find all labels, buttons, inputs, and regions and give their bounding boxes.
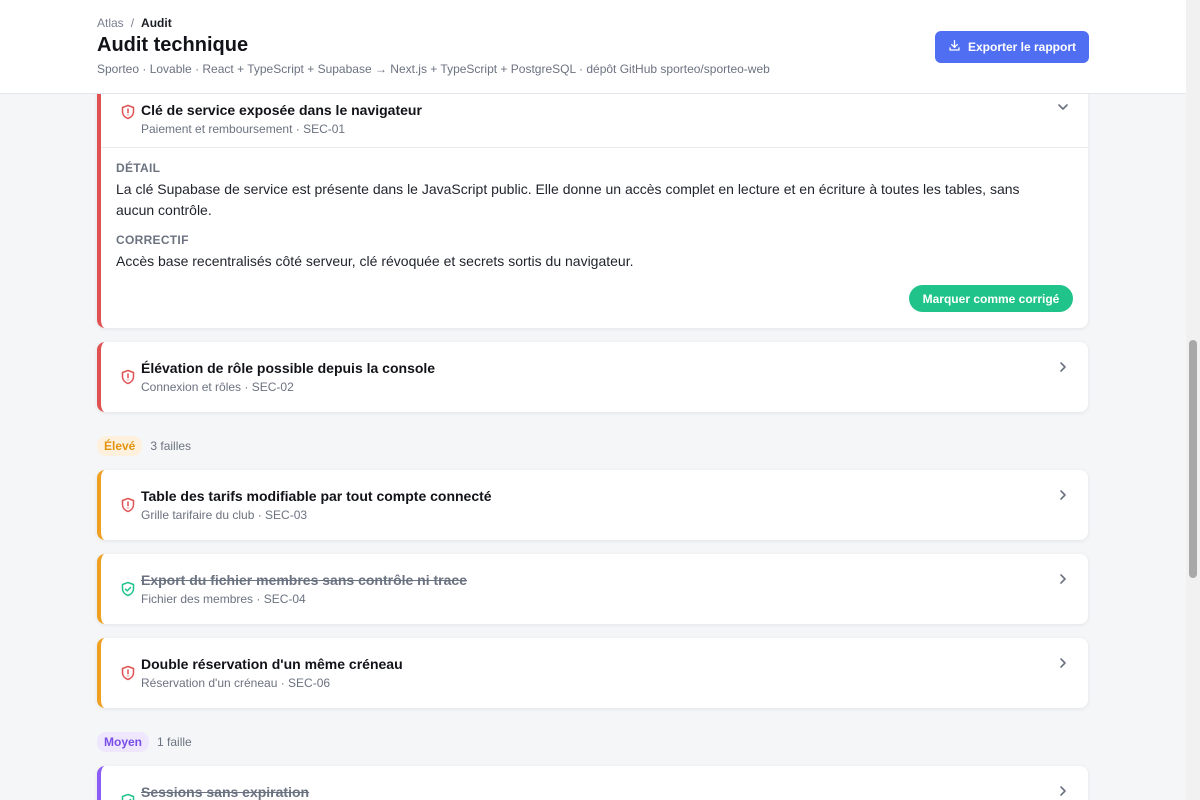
finding-title: Double réservation d'un même créneau (141, 656, 403, 672)
group-count: 3 failles (150, 439, 192, 453)
chevron-right-icon[interactable] (1056, 656, 1070, 670)
breadcrumb-separator: / (130, 16, 135, 30)
finding-title: Export du fichier membres sans contrôle … (141, 572, 467, 588)
breadcrumb: Atlas / Audit (97, 16, 172, 30)
finding-card[interactable]: Export du fichier membres sans contrôle … (97, 554, 1088, 624)
shield-check-icon (120, 581, 136, 597)
finding-card[interactable]: Sessions sans expiration (97, 766, 1088, 800)
findings-list: Clé de service exposée dans le navigateu… (0, 94, 1186, 800)
chevron-right-icon[interactable] (1056, 360, 1070, 374)
severity-badge-high: Élevé (97, 436, 143, 456)
mark-fixed-button[interactable]: Marquer comme corrigé (909, 285, 1073, 312)
finding-meta: Réservation d'un créneau · SEC-06 (141, 676, 331, 690)
page-header: Atlas / Audit Audit technique Sporteo · … (0, 0, 1186, 94)
finding-meta: Paiement et remboursement · SEC-01 (141, 122, 346, 136)
shield-alert-icon (120, 369, 136, 385)
export-report-label: Exporter le rapport (967, 40, 1077, 54)
finding-meta: Connexion et rôles · SEC-02 (141, 380, 294, 394)
shield-alert-icon (120, 665, 136, 681)
finding-title: Table des tarifs modifiable par tout com… (141, 488, 492, 504)
chevron-right-icon[interactable] (1056, 488, 1070, 502)
fix-label: CORRECTIF (116, 233, 189, 247)
finding-title: Élévation de rôle possible depuis la con… (141, 360, 436, 376)
chevron-down-icon[interactable] (1056, 100, 1070, 114)
severity-group-header: Moyen 1 faille (97, 732, 192, 752)
detail-label: DÉTAIL (116, 161, 161, 175)
finding-card[interactable]: Table des tarifs modifiable par tout com… (97, 470, 1088, 540)
shield-alert-icon (120, 104, 136, 120)
finding-meta: Fichier des membres · SEC-04 (141, 592, 306, 606)
finding-card-expanded: Clé de service exposée dans le navigateu… (97, 94, 1088, 328)
download-icon (948, 39, 961, 55)
finding-card[interactable]: Élévation de rôle possible depuis la con… (97, 342, 1088, 412)
fix-text: Accès base recentralisés côté serveur, c… (116, 253, 634, 269)
export-report-button[interactable]: Exporter le rapport (935, 31, 1089, 63)
scrollbar-thumb[interactable] (1189, 340, 1197, 578)
chevron-right-icon[interactable] (1056, 572, 1070, 586)
shield-alert-icon (120, 497, 136, 513)
finding-meta: Grille tarifaire du club · SEC-03 (141, 508, 308, 522)
finding-title: Clé de service exposée dans le navigateu… (141, 102, 422, 118)
breadcrumb-root[interactable]: Atlas (97, 16, 124, 30)
shield-check-icon (120, 793, 136, 800)
detail-text: La clé Supabase de service est présente … (116, 181, 1020, 218)
page-scrollbar[interactable] (1186, 0, 1200, 800)
severity-group-header: Élevé 3 failles (97, 436, 191, 456)
divider (101, 147, 1088, 148)
chevron-right-icon[interactable] (1056, 784, 1070, 798)
group-count: 1 faille (157, 735, 192, 749)
breadcrumb-current: Audit (141, 16, 172, 30)
page-title: Audit technique (97, 34, 249, 56)
page-subtitle: Sporteo · Lovable · React + TypeScript +… (97, 62, 770, 76)
finding-card[interactable]: Double réservation d'un même créneau Rés… (97, 638, 1088, 708)
severity-badge-medium: Moyen (97, 732, 150, 752)
finding-title: Sessions sans expiration (141, 784, 310, 800)
